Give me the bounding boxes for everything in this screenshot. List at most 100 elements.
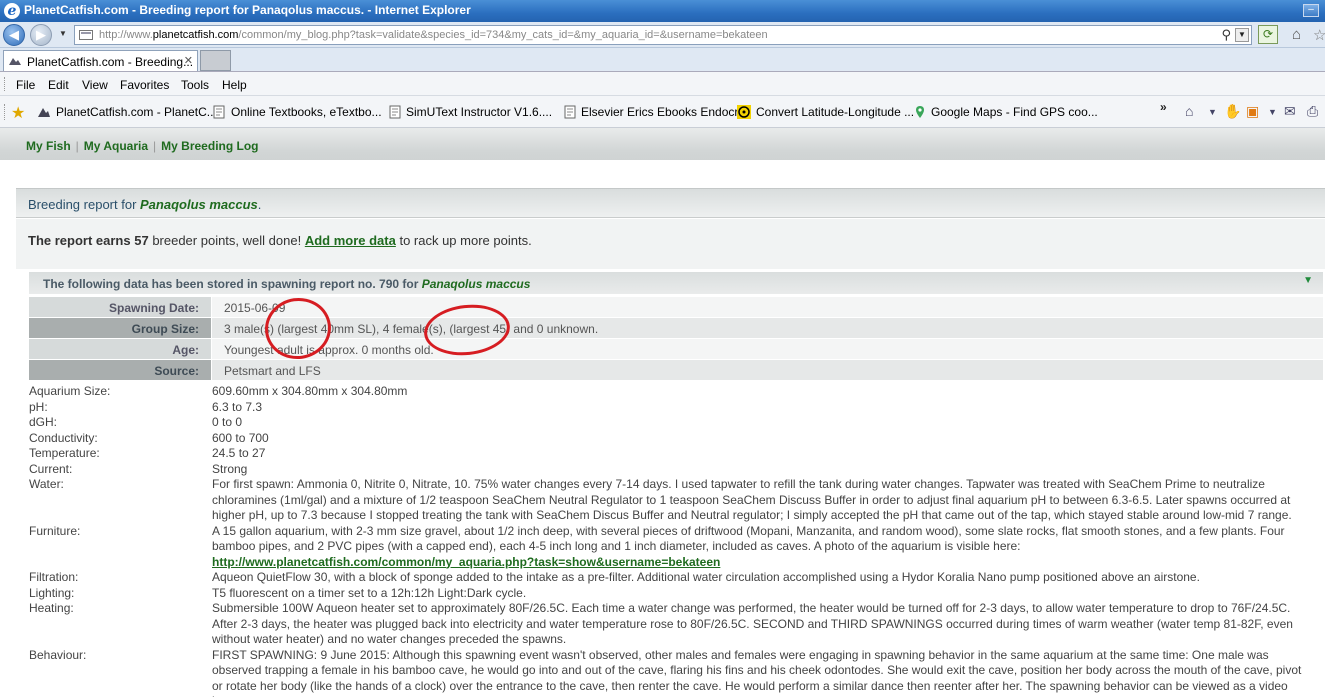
favorite-link[interactable]: SimUText Instructor V1.6.... xyxy=(406,105,552,119)
detail-row: Furniture: A 15 gallon aquarium, with 2-3… xyxy=(29,524,1323,571)
tab-label: PlanetCatfish.com - Breeding... xyxy=(27,55,194,69)
details-list: Aquarium Size: 609.60mm x 304.80mm x 304.… xyxy=(29,384,1323,697)
detail-value: Submersible 100W Aqueon heater set to ap… xyxy=(212,601,1293,646)
radiation-icon xyxy=(737,105,751,119)
nav-separator: | xyxy=(153,139,157,153)
favorite-link[interactable]: Elsevier Erics Ebooks Endocr... xyxy=(581,105,748,119)
detail-value: Strong xyxy=(212,461,248,476)
url-field[interactable]: http://www.planetcatfish.com/common/my_b… xyxy=(74,25,1252,45)
internet-explorer-icon: e xyxy=(4,3,20,19)
detail-label: Lighting: xyxy=(29,585,75,600)
toolbar-grip[interactable] xyxy=(4,77,6,91)
site-favicon-icon xyxy=(9,58,21,65)
detail-label: Temperature: xyxy=(29,446,100,460)
summary-key: Source: xyxy=(29,360,211,380)
favorites-star-icon[interactable]: ☆ xyxy=(1313,26,1325,44)
page-icon xyxy=(564,105,576,119)
detail-label: Water: xyxy=(29,477,64,491)
favorite-link[interactable]: Online Textbooks, eTextbo... xyxy=(231,105,382,119)
detail-value: FIRST SPAWNING: 9 June 2015: Although th… xyxy=(212,647,1302,697)
tab-active[interactable]: PlanetCatfish.com - Breeding... ✕ xyxy=(3,50,198,71)
home-icon[interactable]: ⌂ xyxy=(1185,103,1193,119)
summary-row: Age: Youngest adult is approx. 0 months … xyxy=(29,339,1323,360)
add-more-data-link[interactable]: Add more data xyxy=(305,233,396,248)
menu-favorites[interactable]: Favorites xyxy=(120,78,169,92)
aquarium-photo-link[interactable]: http://www.planetcatfish.com/common/my_a… xyxy=(212,555,720,569)
collapse-triangle-icon[interactable]: ▼ xyxy=(1303,275,1313,286)
points-count: 57 xyxy=(134,233,149,248)
site-nav: My Fish | My Aquaria | My Breeding Log xyxy=(0,128,1325,160)
window-titlebar: e PlanetCatfish.com - Breeding report fo… xyxy=(0,0,1325,22)
stored-data-title: The following data has been stored in sp… xyxy=(43,277,531,291)
favorite-link[interactable]: Convert Latitude-Longitude ... xyxy=(756,105,914,119)
detail-value: T5 fluorescent on a timer set to a 12h:1… xyxy=(212,585,527,600)
detail-value: 600 to 700 xyxy=(212,430,269,445)
back-button[interactable]: ◀ xyxy=(3,24,25,46)
summary-row: Source: Petsmart and LFS xyxy=(29,360,1323,381)
menu-bar: File Edit View Favorites Tools Help xyxy=(0,72,1325,96)
url-dropdown-icon[interactable]: ▼ xyxy=(1235,28,1249,42)
nav-my-aquaria[interactable]: My Aquaria xyxy=(84,139,148,153)
close-tab-icon[interactable]: ✕ xyxy=(184,54,193,67)
summary-row: Group Size: 3 male(s) (largest 40mm SL),… xyxy=(29,318,1323,339)
detail-row: Current: Strong xyxy=(29,462,1323,478)
new-tab-button[interactable] xyxy=(200,50,231,71)
forward-button[interactable]: ▶ xyxy=(30,24,52,46)
nav-my-breeding-log[interactable]: My Breeding Log xyxy=(161,139,258,153)
detail-label: Current: xyxy=(29,461,73,476)
refresh-icon[interactable]: ⟳ xyxy=(1258,25,1278,44)
detail-value: A 15 gallon aquarium, with 2-3 mm size g… xyxy=(212,523,1285,569)
chevron-down-icon[interactable]: ▼ xyxy=(1268,107,1277,117)
favorite-link[interactable]: PlanetCatfish.com - PlanetC... xyxy=(56,105,217,119)
detail-row: Aquarium Size: 609.60mm x 304.80mm x 304.… xyxy=(29,384,1323,400)
detail-row: Conductivity: 600 to 700 xyxy=(29,431,1323,447)
detail-row: Lighting: T5 fluorescent on a timer set t… xyxy=(29,586,1323,602)
mail-icon[interactable]: ✉ xyxy=(1284,103,1296,120)
page-icon xyxy=(213,105,225,119)
toolbar-grip[interactable] xyxy=(4,104,6,120)
detail-row: Temperature: 24.5 to 27 xyxy=(29,446,1323,462)
address-toolbar: ◀ ▶ ▼ http://www.planetcatfish.com/commo… xyxy=(0,22,1325,48)
stored-data-header[interactable]: The following data has been stored in sp… xyxy=(29,272,1323,294)
search-icon[interactable]: ⚲ xyxy=(1221,27,1231,43)
window-title: PlanetCatfish.com - Breeding report for … xyxy=(24,3,471,17)
menu-help[interactable]: Help xyxy=(222,78,247,92)
rss-feed-icon[interactable]: ▣ xyxy=(1246,103,1259,120)
detail-label: pH: xyxy=(29,399,48,414)
chevron-down-icon[interactable]: ▼ xyxy=(1208,107,1217,117)
minimize-button[interactable]: – xyxy=(1303,4,1319,17)
menu-view[interactable]: View xyxy=(82,78,108,92)
home-icon[interactable]: ⌂ xyxy=(1292,26,1301,43)
detail-label: Conductivity: xyxy=(29,430,98,445)
detail-row: Behaviour: FIRST SPAWNING: 9 June 2015: A… xyxy=(29,648,1323,697)
detail-row: dGH: 0 to 0 xyxy=(29,415,1323,431)
favorite-link[interactable]: Google Maps - Find GPS coo... xyxy=(931,105,1098,119)
menu-edit[interactable]: Edit xyxy=(48,78,69,92)
detail-label: Behaviour: xyxy=(29,647,87,662)
chevron-more-icon[interactable]: » xyxy=(1160,100,1167,114)
detail-label: Filtration: xyxy=(29,570,79,584)
points-banner: The report earns 57 breeder points, well… xyxy=(16,219,1325,269)
detail-label: Aquarium Size: xyxy=(29,384,111,398)
detail-row: Water: For first spawn: Ammonia 0, Nitrit… xyxy=(29,477,1323,524)
history-dropdown-icon[interactable]: ▼ xyxy=(59,29,67,38)
page-icon xyxy=(79,30,93,40)
nav-my-fish[interactable]: My Fish xyxy=(26,139,71,153)
detail-row: pH: 6.3 to 7.3 xyxy=(29,400,1323,416)
hand-icon[interactable]: ✋ xyxy=(1224,103,1241,120)
summary-value: Youngest adult is approx. 0 months old. xyxy=(212,339,1323,359)
map-pin-icon xyxy=(916,106,924,118)
print-icon[interactable]: ⎙ xyxy=(1307,103,1318,120)
detail-value: 609.60mm x 304.80mm x 304.80mm xyxy=(212,384,408,398)
nav-links: My Fish | My Aquaria | My Breeding Log xyxy=(26,139,259,153)
favorites-star-icon[interactable]: ★ xyxy=(11,103,25,123)
detail-value: Aqueon QuietFlow 30, with a block of spo… xyxy=(212,570,1200,584)
page-title: Breeding report for Panaqolus maccus. xyxy=(28,197,262,212)
menu-file[interactable]: File xyxy=(16,78,35,92)
report-header: Breeding report for Panaqolus maccus. xyxy=(16,188,1325,218)
menu-tools[interactable]: Tools xyxy=(181,78,209,92)
detail-value: For first spawn: Ammonia 0, Nitrite 0, N… xyxy=(212,477,1292,522)
detail-row: Heating: Submersible 100W Aqueon heater s… xyxy=(29,601,1323,648)
planetcatfish-icon xyxy=(38,108,50,117)
page-icon xyxy=(389,105,401,119)
